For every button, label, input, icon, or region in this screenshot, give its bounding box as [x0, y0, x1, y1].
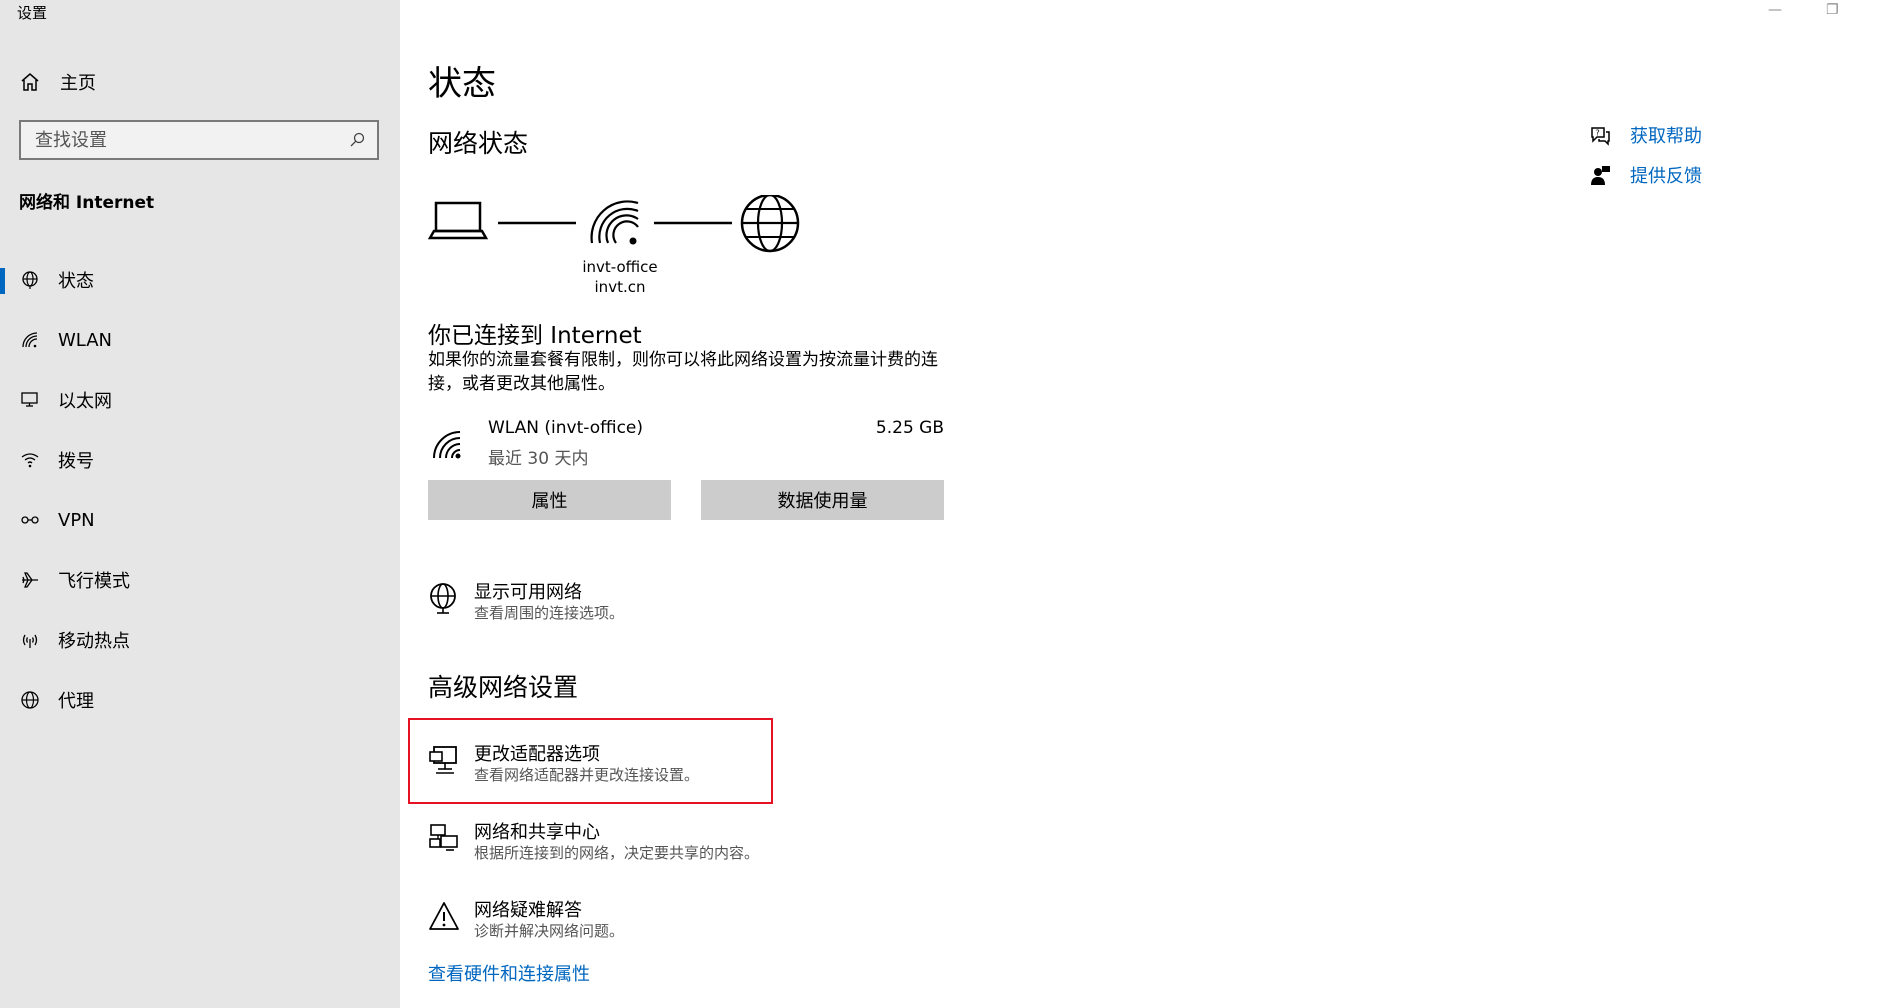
connected-title: 你已连接到 Internet [428, 323, 642, 349]
sidebar-nav: 状态 WLAN 以太网 拨号 VPN 飞行模式 移动热点 代理 [0, 250, 400, 730]
ethernet-icon [18, 388, 42, 412]
sidebar-item-label: 拨号 [58, 451, 94, 472]
sidebar-item-label: 以太网 [58, 391, 112, 412]
data-usage-button[interactable]: 数据使用量 [701, 480, 944, 520]
advanced-heading: 高级网络设置 [428, 673, 579, 702]
wlan-period: 最近 30 天内 [488, 449, 589, 469]
sidebar-item-label: VPN [58, 509, 95, 531]
show-networks-desc: 查看周围的连接选项。 [474, 604, 625, 622]
troubleshoot-desc: 诊断并解决网络问题。 [474, 922, 625, 940]
network-label: invt-office invt.cn [580, 257, 660, 297]
wlan-connection-row: WLAN (invt-office) 最近 30 天内 5.25 GB [428, 418, 944, 469]
adapter-monitor-icon [429, 746, 457, 774]
page-title: 状态 [428, 64, 496, 104]
wlan-usage: 5.25 GB [875, 418, 944, 438]
sidebar: 设置 主页 网络和 Internet 状态 WLAN [0, 0, 400, 1008]
section-title: 网络和 Internet [19, 193, 155, 213]
connected-desc: 如果你的流量套餐有限制，则你可以将此网络设置为按流量计费的连接，或者更改其他属性… [428, 350, 938, 394]
sidebar-item-label: 状态 [58, 271, 94, 292]
help-chat-icon: ? [1588, 123, 1612, 147]
sharing-center-title: 网络和共享中心 [474, 822, 600, 843]
laptop-icon [428, 201, 489, 240]
change-adapter-options[interactable]: 更改适配器选项 查看网络适配器并更改连接设置。 [428, 740, 888, 790]
network-name: invt-office [582, 258, 658, 276]
help-links: ? 获取帮助 提供反馈 [1588, 115, 1702, 195]
app-title: 设置 [17, 4, 48, 22]
wifi-icon [433, 431, 461, 459]
sidebar-item-status[interactable]: 状态 [0, 250, 400, 310]
sidebar-item-ethernet[interactable]: 以太网 [0, 370, 400, 430]
change-adapter-desc: 查看网络适配器并更改连接设置。 [474, 766, 700, 784]
get-help-label: 获取帮助 [1630, 126, 1702, 147]
home-icon [21, 73, 39, 91]
warning-icon [429, 902, 459, 930]
sidebar-item-hotspot[interactable]: 移动热点 [0, 610, 400, 670]
wlan-name: WLAN (invt-office) [488, 418, 644, 438]
network-status-heading: 网络状态 [428, 129, 529, 158]
vpn-icon [18, 508, 42, 532]
search-icon[interactable] [349, 132, 365, 148]
show-available-networks[interactable]: 显示可用网络 查看周围的连接选项。 [428, 578, 888, 628]
show-networks-title: 显示可用网络 [474, 582, 582, 603]
sidebar-item-label: 移动热点 [58, 631, 130, 652]
search-box[interactable] [19, 120, 379, 160]
network-sharing-icon [429, 824, 458, 851]
main-content: 状态 网络状态 invt-office invt.cn 你已连接到 Intern… [400, 0, 1881, 1008]
wifi-router-icon [590, 200, 639, 245]
airplane-icon [18, 568, 42, 592]
sidebar-item-label: 飞行模式 [58, 571, 130, 592]
sidebar-item-dialup[interactable]: 拨号 [0, 430, 400, 490]
get-help-link[interactable]: ? 获取帮助 [1588, 115, 1702, 155]
home-label: 主页 [60, 73, 96, 94]
network-sharing-center[interactable]: 网络和共享中心 根据所连接到的网络，决定要共享的内容。 [428, 818, 888, 868]
globe-icon [18, 688, 42, 712]
dialup-icon [18, 448, 42, 472]
network-troubleshooter[interactable]: 网络疑难解答 诊断并解决网络问题。 [428, 896, 888, 946]
change-adapter-title: 更改适配器选项 [474, 744, 600, 765]
svg-text:?: ? [1596, 129, 1600, 138]
feedback-person-icon [1588, 163, 1612, 187]
sidebar-item-label: WLAN [58, 329, 113, 351]
sidebar-item-vpn[interactable]: VPN [0, 490, 400, 550]
network-domain: invt.cn [594, 278, 646, 296]
sidebar-item-airplane[interactable]: 飞行模式 [0, 550, 400, 610]
feedback-link[interactable]: 提供反馈 [1588, 155, 1702, 195]
hotspot-icon [18, 628, 42, 652]
internet-globe-icon [740, 195, 800, 253]
hardware-properties-link[interactable]: 查看硬件和连接属性 [428, 960, 590, 986]
home-nav-item[interactable]: 主页 [20, 68, 96, 96]
sidebar-item-proxy[interactable]: 代理 [0, 670, 400, 730]
feedback-label: 提供反馈 [1630, 166, 1702, 187]
search-input[interactable] [35, 129, 335, 151]
wifi-icon [18, 328, 42, 352]
globe-network-icon [18, 268, 42, 292]
sidebar-item-wlan[interactable]: WLAN [0, 310, 400, 370]
globe-network-icon [430, 583, 456, 614]
sharing-center-desc: 根据所连接到的网络，决定要共享的内容。 [474, 844, 760, 862]
sidebar-item-label: 代理 [58, 691, 94, 712]
troubleshoot-title: 网络疑难解答 [474, 900, 582, 921]
properties-button[interactable]: 属性 [428, 480, 671, 520]
